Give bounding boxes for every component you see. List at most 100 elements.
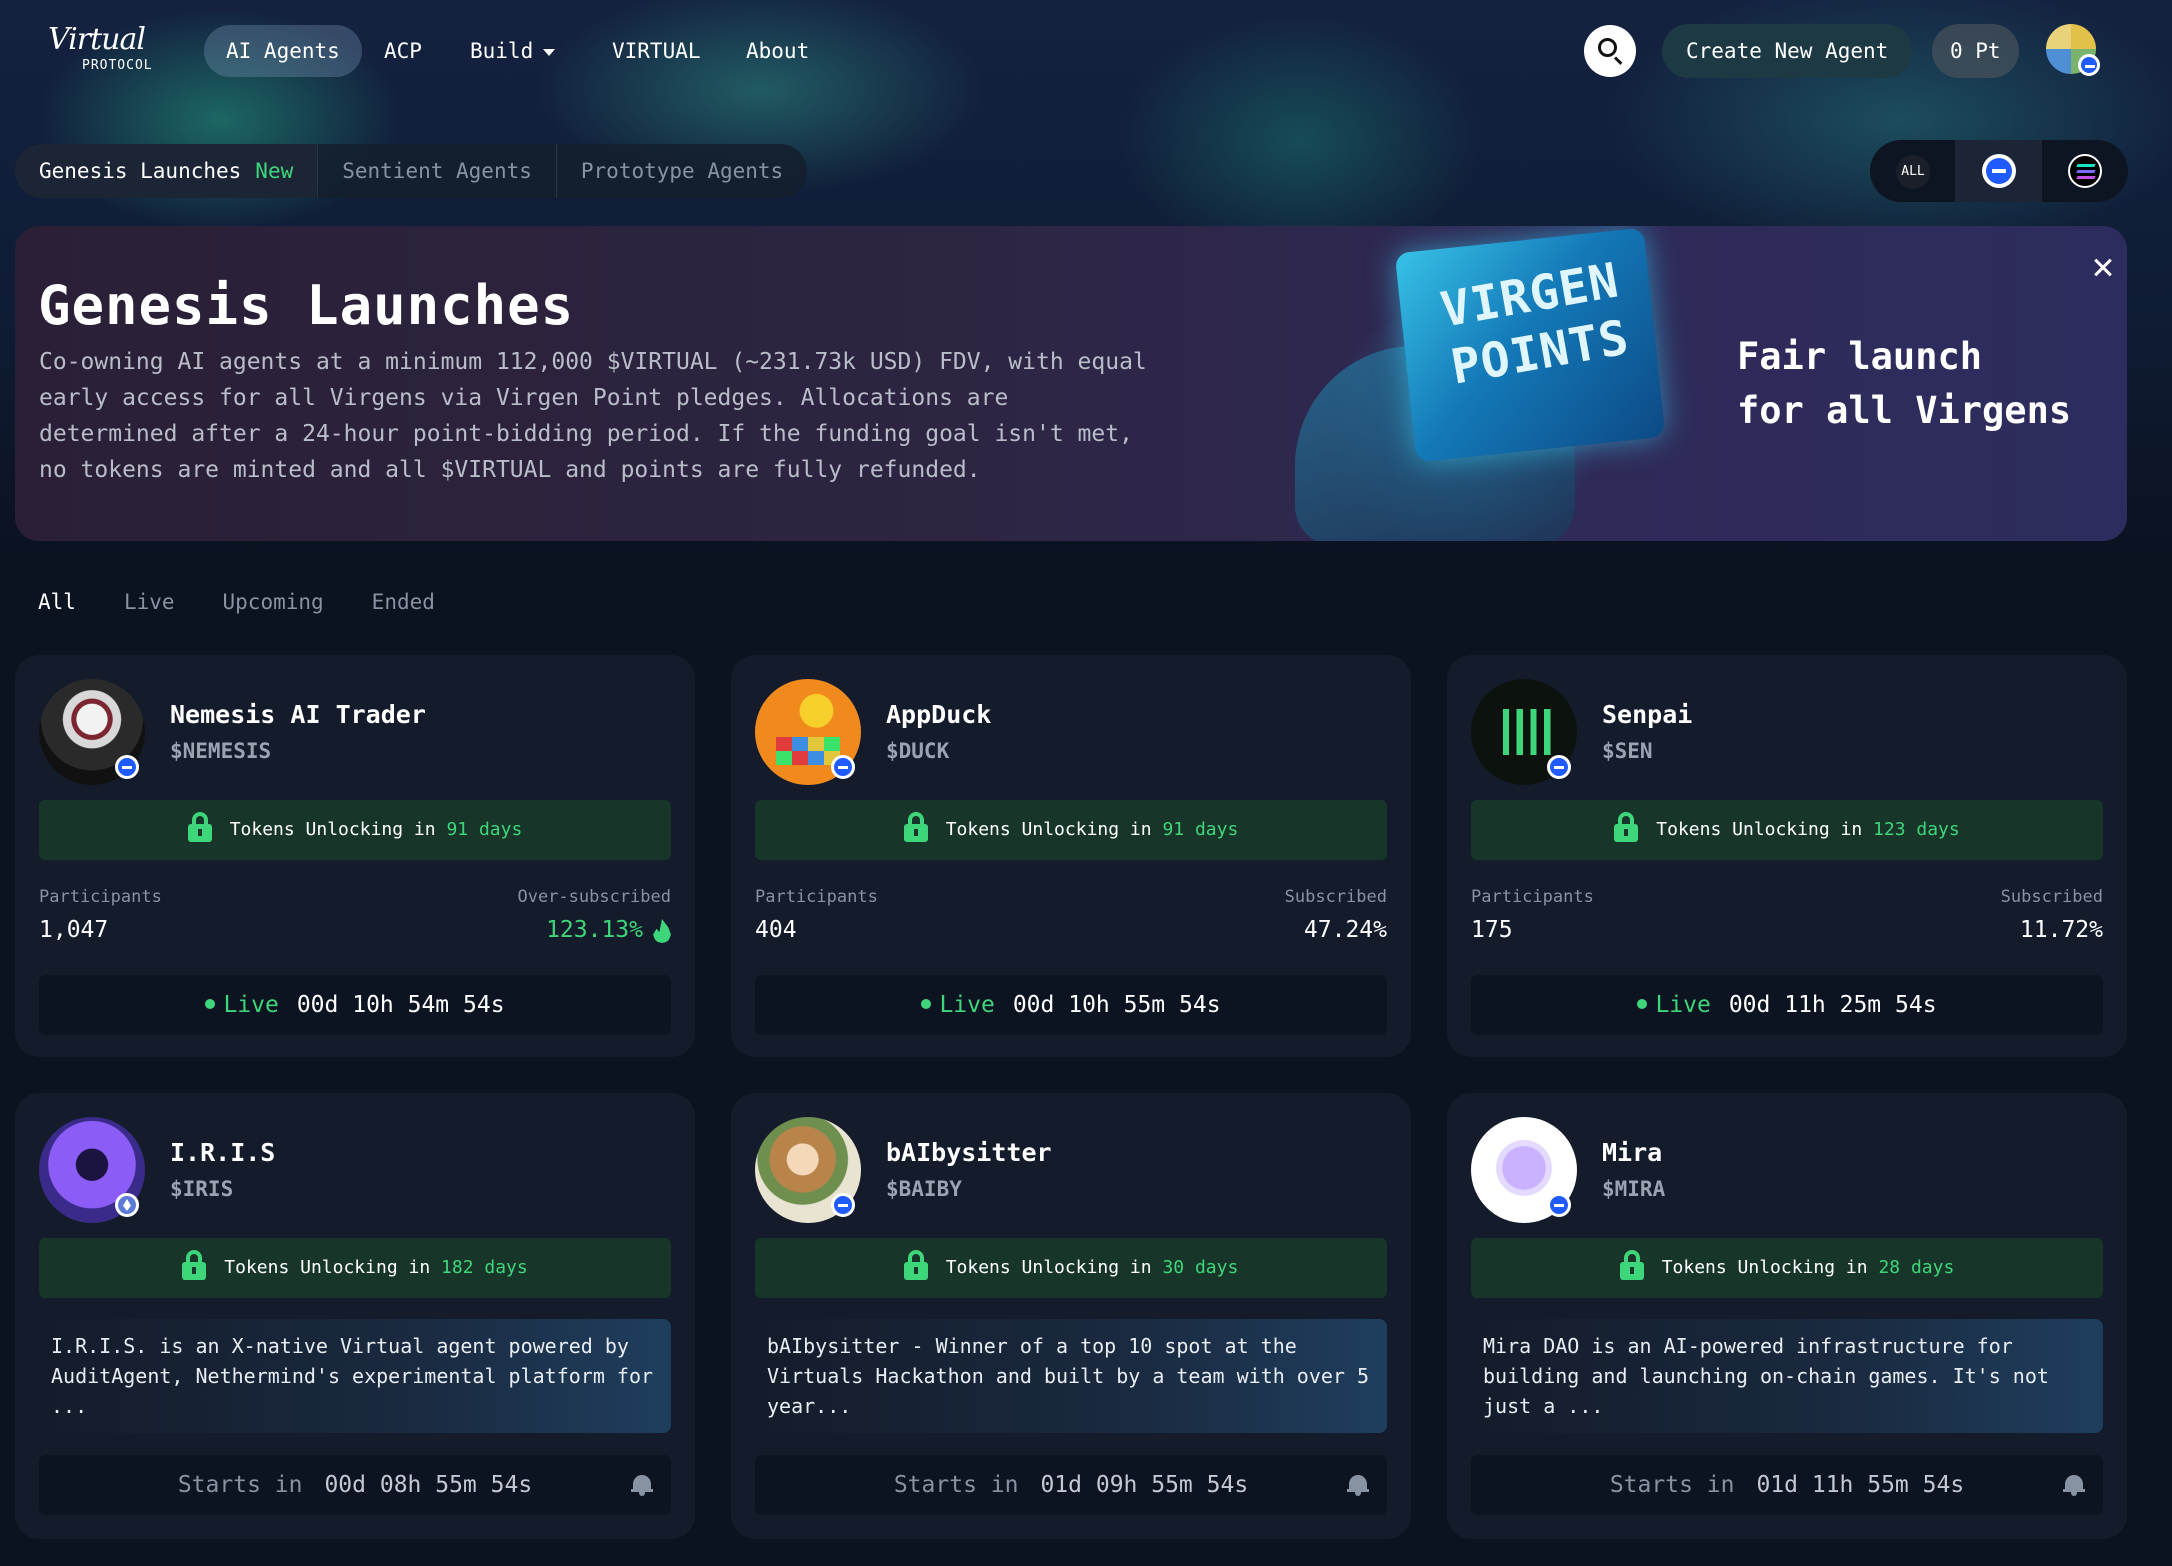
create-new-agent-button[interactable]: Create New Agent [1662,24,1913,78]
unlock-banner: Tokens Unlocking in 123 days [1471,800,2103,860]
virtuals-logo[interactable]: Virtual PROTOCOL [48,22,188,78]
agent-category-tabs: Genesis Launches New Sentient Agents Prot… [15,144,808,198]
live-countdown: Live 00d 10h 54m 54s [39,975,671,1035]
chain-base-option[interactable] [1956,140,2042,202]
tab-prototype-agents[interactable]: Prototype Agents [557,144,807,198]
banner-tagline: Fair launch for all Virgens [1737,330,2071,438]
unlock-banner: Tokens Unlocking in 91 days [39,800,671,860]
lock-icon [187,812,212,842]
agent-ticker: $MIRA [1602,1177,1666,1201]
lock-icon [903,1250,928,1280]
filter-ended[interactable]: Ended [372,590,435,614]
countdown-value: 00d 10h 54m 54s [296,992,505,1018]
starts-countdown: Starts in 01d 11h 55m 54s [1471,1455,2103,1515]
agent-avatar [39,679,145,785]
agent-avatar [1471,679,1577,785]
agent-name: AppDuck [886,700,992,729]
unlock-days: 28 days [1878,1257,1955,1278]
search-button[interactable] [1584,25,1636,77]
agent-name: Nemesis AI Trader [170,700,426,729]
tagline-line-2: for all Virgens [1737,389,2072,432]
unlock-banner: Tokens Unlocking in 30 days [755,1238,1387,1298]
unlock-label: Tokens Unlocking in [1661,1257,1868,1278]
unlock-days: 91 days [446,819,523,840]
agent-card-iris[interactable]: I.R.I.S $IRIS Tokens Unlocking in 182 da… [15,1093,695,1539]
unlock-days: 30 days [1162,1257,1239,1278]
countdown-value: 01d 09h 55m 54s [1040,1472,1249,1498]
starts-countdown: Starts in 01d 09h 55m 54s [755,1455,1387,1515]
agent-avatar [1471,1117,1577,1223]
nav-about[interactable]: About [724,25,831,77]
close-icon[interactable] [2086,250,2120,284]
subscription-label: Subscribed [2000,887,2103,907]
live-countdown: Live 00d 11h 25m 54s [1471,975,2103,1035]
points-button[interactable]: 0 Pt [1932,24,2019,78]
base-chain-icon [1547,755,1571,779]
unlock-label: Tokens Unlocking in [945,1257,1152,1278]
bell-icon[interactable] [1347,1473,1369,1497]
filter-upcoming[interactable]: Upcoming [223,590,324,614]
base-chain-icon [831,1193,855,1217]
live-dot-icon [205,998,216,1009]
agent-ticker: $IRIS [170,1177,234,1201]
base-chain-icon [115,755,139,779]
tab-genesis-launches[interactable]: Genesis Launches New [15,144,319,198]
base-chain-icon [831,755,855,779]
live-dot-icon [921,998,932,1009]
nav-ai-agents[interactable]: AI Agents [204,25,362,77]
bell-icon[interactable] [2063,1473,2085,1497]
participants-label: Participants [755,887,878,907]
filter-live[interactable]: Live [124,590,175,614]
new-badge: New [255,159,294,183]
starts-label: Starts in [177,1472,303,1498]
starts-label: Starts in [1609,1472,1735,1498]
participants-value: 404 [755,917,797,943]
tab-sentient-agents[interactable]: Sentient Agents [318,144,557,198]
agent-card-senpai[interactable]: Senpai $SEN Tokens Unlocking in 123 days… [1447,655,2127,1057]
lock-icon [1614,812,1639,842]
status-filters: All Live Upcoming Ended [38,590,435,614]
flame-icon [653,919,671,943]
participants-label: Participants [1471,887,1594,907]
agent-description: bAIbysitter - Winner of a top 10 spot at… [755,1319,1387,1433]
agent-card-appduck[interactable]: AppDuck $DUCK Tokens Unlocking in 91 day… [731,655,1411,1057]
unlock-label: Tokens Unlocking in [224,1257,431,1278]
subscription-value: 47.24% [1303,917,1387,943]
subscription-label: Over-subscribed [517,887,671,907]
bell-icon[interactable] [631,1473,653,1497]
agent-ticker: $DUCK [886,739,950,763]
starts-label: Starts in [893,1472,1019,1498]
unlock-days: 123 days [1873,819,1960,840]
virgen-points-illustration: VIRGEN POINTS [1255,226,1715,541]
unlock-label: Tokens Unlocking in [229,819,436,840]
filter-all[interactable]: All [38,590,76,614]
unlock-days: 91 days [1162,819,1239,840]
participants-value: 1,047 [39,917,109,943]
ethereum-chain-icon [115,1193,139,1217]
status-label: Live [939,992,995,1018]
agent-name: Mira [1602,1138,1663,1167]
subscription-value: 11.72% [2019,917,2103,943]
unlock-label: Tokens Unlocking in [1656,819,1863,840]
chain-selector: ALL [1870,140,2128,202]
nav-virtual[interactable]: VIRTUAL [590,25,723,77]
agent-card-baibysitter[interactable]: bAIbysitter $BAIBY Tokens Unlocking in 3… [731,1093,1411,1539]
countdown-value: 00d 11h 25m 54s [1728,992,1937,1018]
unlock-banner: Tokens Unlocking in 91 days [755,800,1387,860]
status-label: Live [1655,992,1711,1018]
tagline-line-1: Fair launch [1737,335,1983,378]
nav-acp[interactable]: ACP [362,25,444,77]
chain-all-label: ALL [1896,155,1930,189]
chain-all-option[interactable]: ALL [1870,140,1956,202]
genesis-banner: Genesis Launches Co-owning AI agents at … [15,226,2127,541]
banner-title: Genesis Launches [38,274,575,337]
chain-solana-option[interactable] [2042,140,2128,202]
base-chain-icon [2078,54,2100,76]
agent-card-nemesis[interactable]: Nemesis AI Trader $NEMESIS Tokens Unlock… [15,655,695,1057]
agent-ticker: $SEN [1602,739,1653,763]
logo-subtitle: PROTOCOL [82,58,153,73]
agent-name: bAIbysitter [886,1138,1052,1167]
agent-card-mira[interactable]: Mira $MIRA Tokens Unlocking in 28 days M… [1447,1093,2127,1539]
nav-build[interactable]: Build [448,25,577,77]
lock-icon [182,1250,207,1280]
